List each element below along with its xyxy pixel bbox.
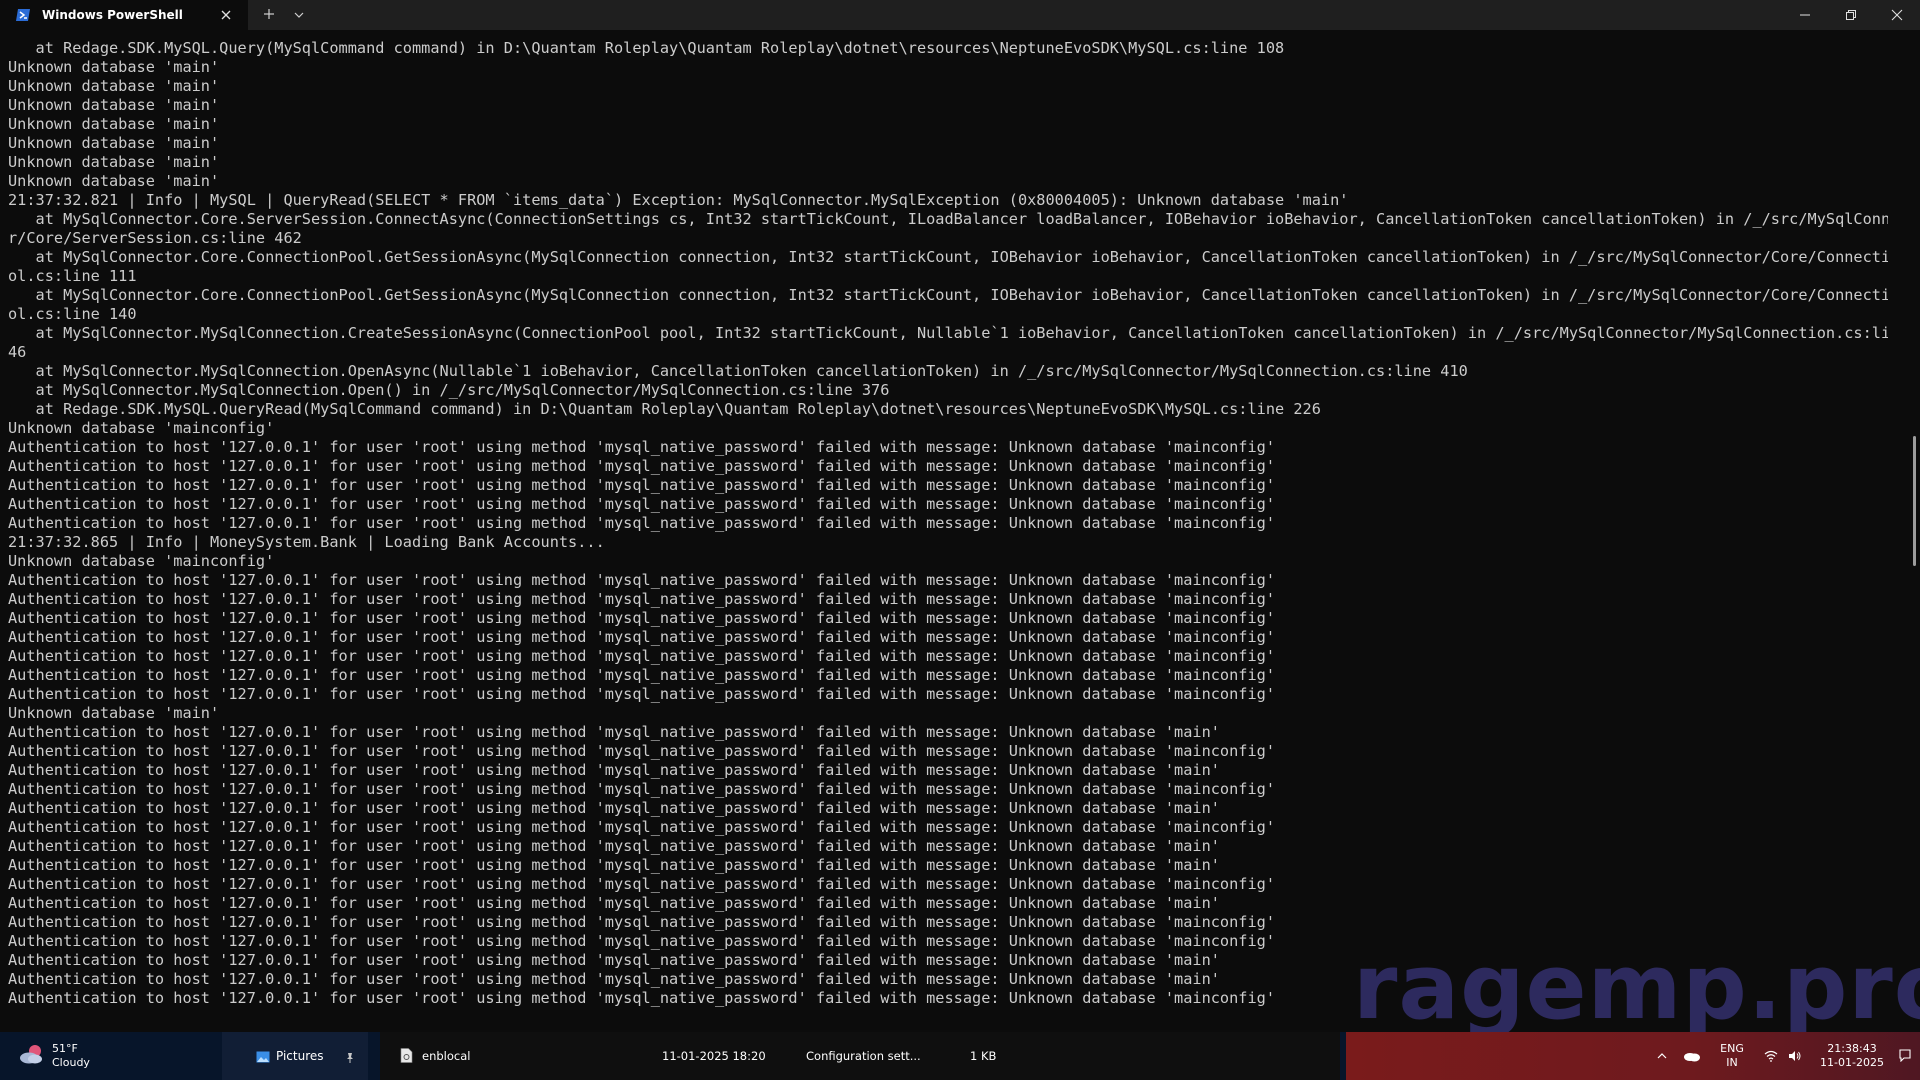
terminal-line: Authentication to host '127.0.0.1' for u… — [8, 894, 1220, 912]
terminal-line: 21:37:32.821 | Info | MySQL | QueryRead(… — [8, 191, 1349, 209]
terminal-line: Unknown database 'mainconfig' — [8, 552, 275, 570]
terminal-line: Unknown database 'main' — [8, 153, 220, 171]
new-tab-button[interactable] — [254, 0, 284, 30]
terminal-line: at Redage.SDK.MySQL.Query(MySqlCommand c… — [8, 39, 1285, 57]
onedrive-cloud-icon — [1683, 1047, 1701, 1066]
terminal-scrollbar[interactable] — [1913, 436, 1916, 566]
language-region: IN — [1726, 1056, 1738, 1069]
volume-icon — [1788, 1047, 1802, 1066]
system-tray: ENG IN 21:38:43 11-01-2025 — [1346, 1032, 1920, 1080]
file-name: enblocal — [422, 1049, 471, 1063]
terminal-line: at MySqlConnector.Core.ConnectionPool.Ge… — [8, 248, 1888, 266]
terminal-line: Authentication to host '127.0.0.1' for u… — [8, 647, 1276, 665]
network-button[interactable] — [1760, 1032, 1782, 1080]
cloudy-weather-icon — [18, 1042, 46, 1070]
pin-icon[interactable] — [344, 1049, 356, 1068]
file-type: Configuration sett... — [806, 1049, 921, 1063]
file-row[interactable]: enblocal 11-01-2025 18:20 Configuration … — [400, 1047, 1340, 1065]
terminal-line: Authentication to host '127.0.0.1' for u… — [8, 837, 1220, 855]
terminal-line: Authentication to host '127.0.0.1' for u… — [8, 495, 1276, 513]
terminal-line: Authentication to host '127.0.0.1' for u… — [8, 856, 1220, 874]
clock-date: 11-01-2025 — [1820, 1056, 1884, 1069]
terminal-line: ol.cs:line 140 — [8, 305, 137, 323]
clock[interactable]: 21:38:43 11-01-2025 — [1810, 1032, 1894, 1080]
weather-desc: Cloudy — [52, 1056, 90, 1069]
close-icon — [1891, 6, 1903, 25]
terminal-line: Unknown database 'mainconfig' — [8, 419, 275, 437]
terminal-line: Unknown database 'main' — [8, 134, 220, 152]
config-file-icon — [400, 1048, 414, 1064]
show-hidden-icons-button[interactable] — [1650, 1032, 1674, 1080]
onedrive-button[interactable] — [1678, 1032, 1706, 1080]
file-date: 11-01-2025 18:20 — [662, 1049, 766, 1063]
terminal-line: Unknown database 'main' — [8, 96, 220, 114]
tab-dropdown-button[interactable] — [284, 0, 314, 30]
terminal-line: Authentication to host '127.0.0.1' for u… — [8, 685, 1276, 703]
terminal-line: Unknown database 'main' — [8, 58, 220, 76]
terminal-line: Authentication to host '127.0.0.1' for u… — [8, 571, 1276, 589]
terminal-line: Unknown database 'main' — [8, 704, 220, 722]
terminal-line: Unknown database 'main' — [8, 115, 220, 133]
terminal-line: Authentication to host '127.0.0.1' for u… — [8, 609, 1276, 627]
terminal-line: at MySqlConnector.MySqlConnection.OpenAs… — [8, 362, 1468, 380]
clock-time: 21:38:43 — [1827, 1042, 1877, 1055]
watermark-text: ragemp.pro — [1353, 935, 1920, 1040]
terminal-line: Authentication to host '127.0.0.1' for u… — [8, 913, 1276, 931]
close-window-button[interactable] — [1874, 0, 1920, 30]
terminal-line: Authentication to host '127.0.0.1' for u… — [8, 438, 1276, 456]
tab-title: Windows PowerShell — [42, 8, 183, 22]
terminal-line: Authentication to host '127.0.0.1' for u… — [8, 590, 1276, 608]
terminal-line: Authentication to host '127.0.0.1' for u… — [8, 476, 1276, 494]
terminal-line: Authentication to host '127.0.0.1' for u… — [8, 799, 1220, 817]
taskbar-item-pictures[interactable]: Pictures — [222, 1032, 368, 1080]
plus-icon — [262, 6, 276, 25]
file-list-peek: enblocal 11-01-2025 18:20 Configuration … — [380, 1032, 1340, 1080]
terminal-line: at MySqlConnector.MySqlConnection.Create… — [8, 324, 1888, 342]
notification-button[interactable] — [1894, 1032, 1916, 1080]
terminal-line: at MySqlConnector.MySqlConnection.Open()… — [8, 381, 890, 399]
terminal-line: Authentication to host '127.0.0.1' for u… — [8, 457, 1276, 475]
terminal-line: 21:37:32.865 | Info | MoneySystem.Bank |… — [8, 533, 605, 551]
language-indicator[interactable]: ENG IN — [1712, 1032, 1752, 1080]
terminal-line: Authentication to host '127.0.0.1' for u… — [8, 742, 1276, 760]
language-code: ENG — [1720, 1042, 1744, 1055]
minimize-icon — [1799, 6, 1811, 25]
window-controls — [1782, 0, 1920, 30]
terminal-line: Unknown database 'main' — [8, 77, 220, 95]
terminal-line: Authentication to host '127.0.0.1' for u… — [8, 875, 1276, 893]
terminal-line: Authentication to host '127.0.0.1' for u… — [8, 723, 1220, 741]
file-size: 1 KB — [970, 1049, 997, 1063]
volume-button[interactable] — [1784, 1032, 1806, 1080]
title-bar: Windows PowerShell — [0, 0, 1920, 30]
powershell-icon — [16, 7, 32, 23]
terminal-line: Authentication to host '127.0.0.1' for u… — [8, 628, 1276, 646]
pictures-label: Pictures — [276, 1049, 324, 1063]
weather-widget[interactable]: 51°F Cloudy — [18, 1040, 90, 1072]
taskbar: 51°F Cloudy Pictures enblocal 11-01-2025… — [0, 1032, 1920, 1080]
close-tab-icon[interactable] — [218, 7, 234, 23]
terminal-output[interactable]: at Redage.SDK.MySQL.Query(MySqlCommand c… — [8, 39, 1888, 1019]
terminal-line: ol.cs:line 111 — [8, 267, 137, 285]
restore-icon — [1845, 6, 1857, 25]
terminal-line: Unknown database 'main' — [8, 172, 220, 190]
terminal-line: Authentication to host '127.0.0.1' for u… — [8, 818, 1276, 836]
pictures-folder-icon — [256, 1049, 270, 1068]
terminal-line: at MySqlConnector.Core.ServerSession.Con… — [8, 210, 1888, 228]
terminal-line: 46 — [8, 343, 27, 361]
restore-button[interactable] — [1828, 0, 1874, 30]
terminal-line: at MySqlConnector.Core.ConnectionPool.Ge… — [8, 286, 1888, 304]
chevron-up-icon — [1656, 1047, 1668, 1066]
notification-icon — [1898, 1047, 1912, 1066]
weather-temp: 51°F — [52, 1042, 78, 1055]
minimize-button[interactable] — [1782, 0, 1828, 30]
terminal-line: r/Core/ServerSession.cs:line 462 — [8, 229, 302, 247]
chevron-down-icon — [293, 6, 305, 25]
terminal-line: at Redage.SDK.MySQL.QueryRead(MySqlComma… — [8, 400, 1321, 418]
terminal-line: Authentication to host '127.0.0.1' for u… — [8, 514, 1276, 532]
terminal-line: Authentication to host '127.0.0.1' for u… — [8, 761, 1220, 779]
wifi-icon — [1764, 1047, 1778, 1066]
terminal-line: Authentication to host '127.0.0.1' for u… — [8, 666, 1276, 684]
tab-windows-powershell[interactable]: Windows PowerShell — [0, 0, 248, 30]
terminal-line: Authentication to host '127.0.0.1' for u… — [8, 780, 1276, 798]
